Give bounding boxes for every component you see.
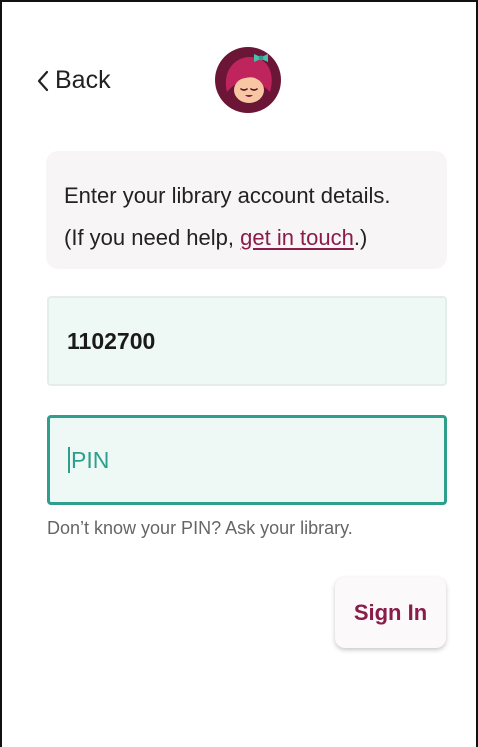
text-cursor <box>68 447 70 473</box>
phone-frame: Back Enter your library account details.… <box>0 0 478 747</box>
card-number-value: 1102700 <box>67 327 156 354</box>
info-card: Enter your library account details. (If … <box>46 151 447 269</box>
info-line-2-suffix: .) <box>353 225 368 250</box>
back-button[interactable]: Back <box>36 66 111 95</box>
info-line-2-prefix: (If you need help, <box>64 225 241 250</box>
pin-field[interactable]: PIN <box>47 415 447 505</box>
pin-hint: Don’t know your PIN? Ask your library. <box>47 518 353 538</box>
sign-in-button[interactable]: Sign In <box>335 577 446 648</box>
libby-logo-icon <box>215 47 281 113</box>
chevron-left-icon <box>37 70 49 91</box>
pin-placeholder: PIN <box>71 446 110 473</box>
card-number-field[interactable]: 1102700 <box>47 296 447 386</box>
back-label: Back <box>55 66 111 94</box>
info-line-2: (If you need help, get in touch.) <box>64 217 429 259</box>
info-line-1: Enter your library account details. <box>64 183 391 208</box>
get-in-touch-link[interactable]: get in touch <box>240 225 354 250</box>
